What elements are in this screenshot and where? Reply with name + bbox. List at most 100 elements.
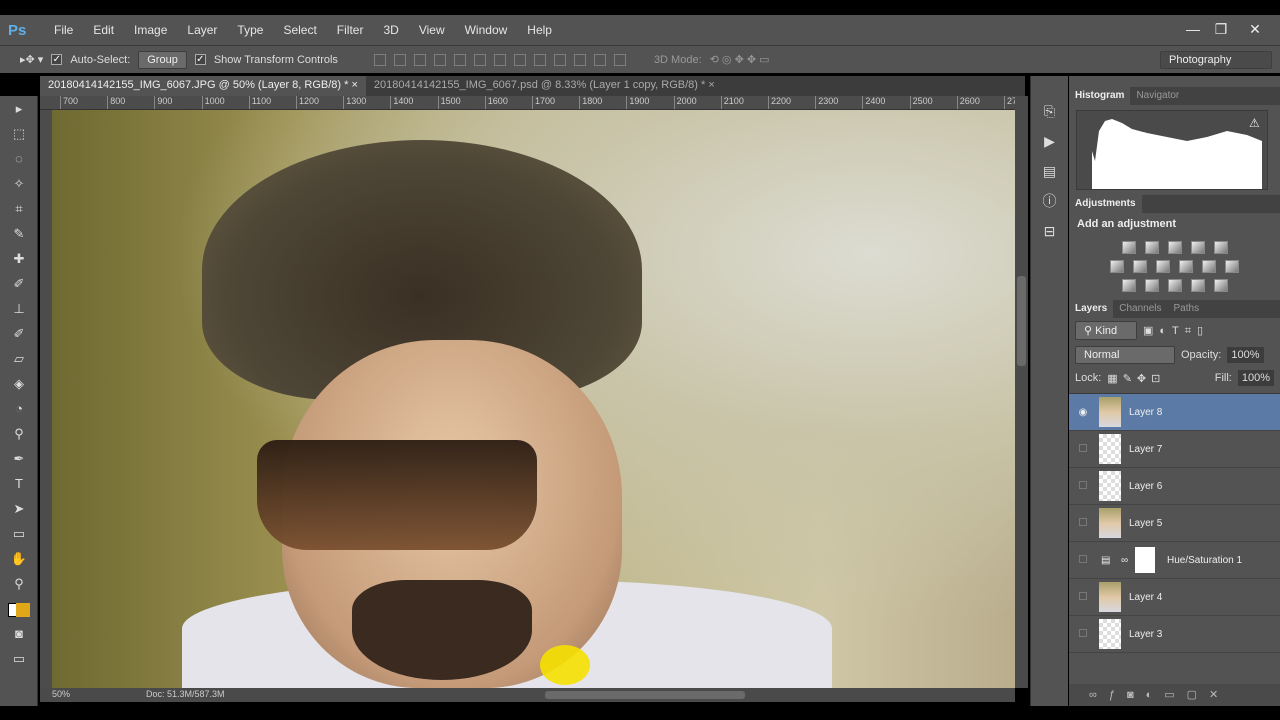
eye-icon[interactable]: ◉ — [1069, 407, 1097, 418]
selective-color-icon[interactable] — [1190, 279, 1205, 292]
fill-input[interactable]: 100% — [1237, 370, 1274, 386]
menu-help[interactable]: Help — [517, 23, 562, 37]
align-top-icon[interactable] — [373, 53, 386, 66]
menu-type[interactable]: Type — [227, 23, 273, 37]
layers-footer-icons[interactable]: ∞ƒ◙◐▭▢✕ — [1069, 684, 1280, 706]
close-icon[interactable]: × — [351, 79, 357, 91]
info-icon[interactable]: ⓘ — [1031, 186, 1068, 216]
menu-view[interactable]: View — [409, 23, 455, 37]
hand-tool-icon[interactable]: ✋ — [0, 546, 38, 571]
3d-tools-icons[interactable]: ⟲ ◎ ✥ ✥ ▭ — [710, 53, 770, 66]
align-hcenter-icon[interactable] — [453, 53, 466, 66]
layer-comps-icon[interactable]: ⊟ — [1031, 216, 1068, 246]
vibrance-icon[interactable] — [1213, 241, 1228, 254]
distribute-right-icon[interactable] — [593, 53, 606, 66]
paint-bucket-icon[interactable]: ◈ — [0, 371, 38, 396]
menu-select[interactable]: Select — [273, 23, 326, 37]
layer-row[interactable]: Layer 7 — [1069, 431, 1280, 468]
tab-navigator[interactable]: Navigator — [1130, 87, 1185, 105]
tab-adjustments[interactable]: Adjustments — [1069, 195, 1142, 213]
stamp-tool-icon[interactable]: ⊥ — [0, 296, 38, 321]
blend-mode-dropdown[interactable]: Normal — [1075, 346, 1175, 364]
layer-row[interactable]: Layer 6 — [1069, 468, 1280, 505]
marquee-tool-icon[interactable]: ⬚ — [0, 121, 38, 146]
layer-row[interactable]: Layer 3 — [1069, 616, 1280, 653]
auto-align-icon[interactable] — [613, 53, 626, 66]
layer-row[interactable]: Layer 4 — [1069, 579, 1280, 616]
align-left-icon[interactable] — [433, 53, 446, 66]
brightness-icon[interactable] — [1121, 241, 1136, 254]
menu-window[interactable]: Window — [455, 23, 518, 37]
visibility-toggle[interactable] — [1069, 517, 1097, 529]
distribute-vcenter-icon[interactable] — [513, 53, 526, 66]
quick-select-tool-icon[interactable]: ✧ — [0, 171, 38, 196]
levels-icon[interactable] — [1144, 241, 1159, 254]
menu-image[interactable]: Image — [124, 23, 177, 37]
photo-filter-icon[interactable] — [1179, 260, 1193, 273]
path-select-icon[interactable]: ➤ — [0, 496, 38, 521]
auto-select-dropdown[interactable]: Group — [138, 50, 187, 69]
close-icon[interactable]: × — [708, 79, 714, 91]
menu-3d[interactable]: 3D — [373, 23, 408, 37]
visibility-toggle[interactable] — [1069, 443, 1097, 455]
rectangle-tool-icon[interactable]: ▭ — [0, 521, 38, 546]
distribute-left-icon[interactable] — [553, 53, 566, 66]
color-lookup-icon[interactable] — [1225, 260, 1239, 273]
filter-kind-dropdown[interactable]: ⚲ Kind — [1075, 321, 1137, 340]
eyedropper-tool-icon[interactable]: ✎ — [0, 221, 38, 246]
move-tool-icon[interactable]: ▸✥ ▾ — [20, 53, 43, 66]
layer-row[interactable]: ▤ ∞ Hue/Saturation 1 — [1069, 542, 1280, 579]
menu-layer[interactable]: Layer — [177, 23, 227, 37]
distribute-hcenter-icon[interactable] — [573, 53, 586, 66]
menu-filter[interactable]: Filter — [327, 23, 374, 37]
vertical-scrollbar[interactable] — [1015, 96, 1028, 688]
tab-histogram[interactable]: Histogram — [1069, 87, 1131, 105]
document-canvas[interactable] — [52, 110, 1015, 688]
invert-icon[interactable] — [1121, 279, 1136, 292]
restore-button[interactable]: ❐ — [1206, 15, 1236, 45]
move-tool-icon[interactable]: ▸ — [0, 96, 38, 121]
horizontal-scrollbar[interactable] — [280, 688, 1015, 702]
healing-tool-icon[interactable]: ✚ — [0, 246, 38, 271]
visibility-toggle[interactable] — [1069, 591, 1097, 603]
color-balance-icon[interactable] — [1133, 260, 1147, 273]
type-tool-icon[interactable]: T — [0, 471, 38, 496]
black-white-icon[interactable] — [1156, 260, 1170, 273]
close-button[interactable]: ✕ — [1240, 15, 1270, 45]
auto-select-checkbox[interactable]: ✓ — [51, 54, 63, 65]
tab-document-jpg[interactable]: 20180414142155_IMG_6067.JPG @ 50% (Layer… — [40, 76, 366, 96]
quick-mask-icon[interactable]: ◙ — [0, 621, 38, 646]
tab-document-psd[interactable]: 20180414142155_IMG_6067.psd @ 8.33% (Lay… — [366, 76, 723, 96]
visibility-toggle[interactable] — [1069, 554, 1097, 566]
layer-row[interactable]: ◉ Layer 8 — [1069, 394, 1280, 431]
actions-play-icon[interactable]: ▶ — [1031, 126, 1068, 156]
gradient-map-icon[interactable] — [1213, 279, 1228, 292]
tab-channels[interactable]: Channels — [1113, 300, 1167, 318]
crop-tool-icon[interactable]: ⌗ — [0, 196, 38, 221]
pen-tool-icon[interactable]: ✒ — [0, 446, 38, 471]
lock-icons[interactable]: ▦✎✥⊡ — [1107, 372, 1165, 385]
distribute-bottom-icon[interactable] — [533, 53, 546, 66]
align-right-icon[interactable] — [473, 53, 486, 66]
menu-edit[interactable]: Edit — [83, 23, 124, 37]
curves-icon[interactable] — [1167, 241, 1182, 254]
menu-file[interactable]: File — [44, 23, 83, 37]
filter-icons[interactable]: ▣◐T⌗▯ — [1143, 324, 1209, 338]
distribute-top-icon[interactable] — [493, 53, 506, 66]
opacity-input[interactable]: 100% — [1227, 347, 1264, 363]
channel-mixer-icon[interactable] — [1202, 260, 1216, 273]
tab-paths[interactable]: Paths — [1168, 300, 1206, 318]
brush-tool-icon[interactable]: ✐ — [0, 271, 38, 296]
color-swatches[interactable] — [0, 596, 38, 621]
exposure-icon[interactable] — [1190, 241, 1205, 254]
hue-saturation-icon[interactable] — [1110, 260, 1124, 273]
threshold-icon[interactable] — [1167, 279, 1182, 292]
align-vcenter-icon[interactable] — [393, 53, 406, 66]
history-brush-icon[interactable]: ✐ — [0, 321, 38, 346]
lasso-tool-icon[interactable]: ◌ — [0, 146, 38, 171]
zoom-tool-icon[interactable]: ⚲ — [0, 571, 38, 596]
minimize-button[interactable]: — — [1178, 15, 1208, 45]
dodge-tool-icon[interactable]: ⚲ — [0, 421, 38, 446]
show-transform-checkbox[interactable]: ✓ — [194, 54, 206, 65]
align-bottom-icon[interactable] — [413, 53, 426, 66]
